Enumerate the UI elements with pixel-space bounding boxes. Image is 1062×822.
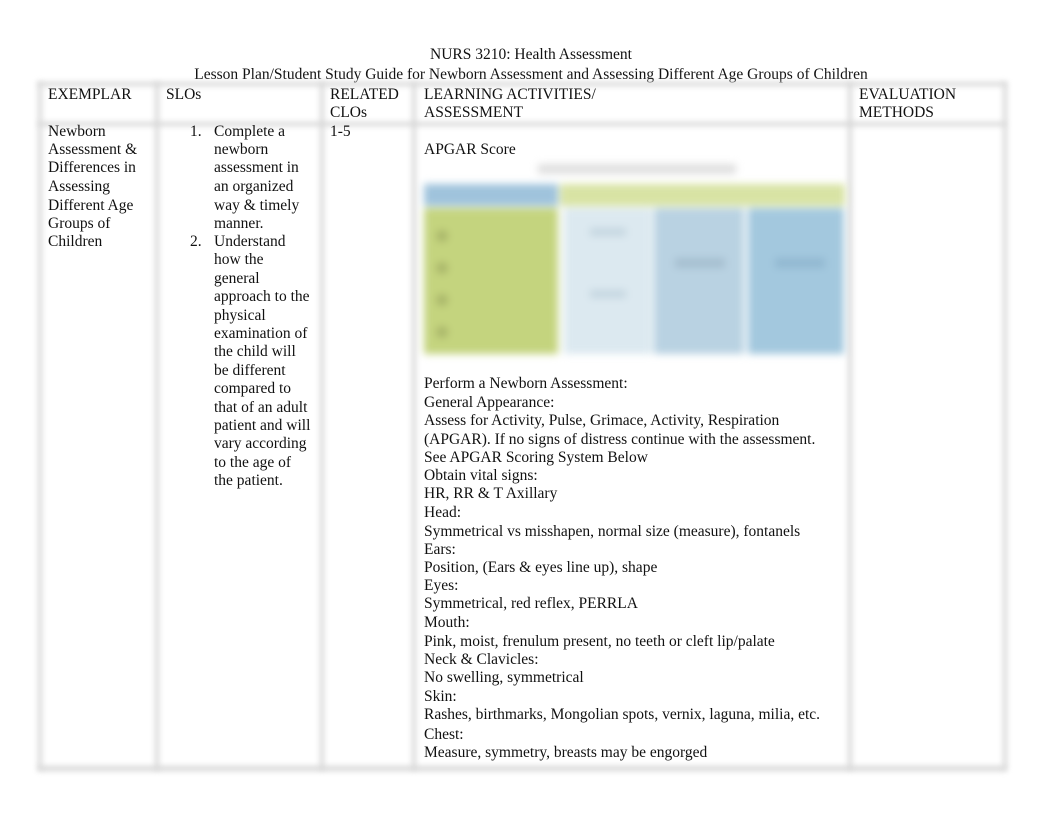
- table-border-left: [38, 82, 42, 770]
- activity-line: Perform a Newborn Assessment:: [424, 375, 628, 392]
- activity-line: Pink, moist, frenulum present, no teeth …: [424, 632, 775, 650]
- slo-line: way & timely: [214, 196, 300, 214]
- activity-line: Obtain vital signs:: [424, 466, 538, 484]
- apgar-header-sign: [424, 184, 558, 206]
- learning-activities-list: Perform a Newborn Assessment: General Ap…: [424, 375, 854, 762]
- slo-line: physical: [214, 307, 266, 325]
- activity-line: Ears:: [424, 540, 456, 558]
- slo-line: vary according: [214, 435, 307, 453]
- apgar-cell-text: [590, 290, 626, 298]
- slo-number: 2.: [190, 233, 202, 251]
- slo-line: how the: [214, 251, 264, 269]
- activity-line: (APGAR). If no signs of distress continu…: [424, 430, 816, 448]
- slo-line: newborn: [214, 141, 269, 159]
- activity-line: Symmetrical vs misshapen, normal size (m…: [424, 522, 801, 540]
- slo-line: general: [214, 269, 260, 287]
- table-border-right: [1003, 82, 1007, 770]
- apgar-cell-text: [675, 258, 725, 268]
- slo-line: approach to the: [214, 287, 310, 305]
- slo-line: the patient.: [214, 471, 283, 489]
- header-learning-activities-line1: LEARNING ACTIVITIES/: [424, 86, 596, 103]
- header-slos: SLOs: [166, 86, 202, 103]
- slo-line: compared to: [214, 379, 292, 397]
- header-exemplar: EXEMPLAR: [48, 86, 132, 103]
- apgar-row-marker: [436, 294, 448, 306]
- slo-list: 1. Complete a newborn assessment in an o…: [182, 123, 322, 490]
- activity-line: Neck & Clavicles:: [424, 650, 539, 668]
- header-evaluation-line2: METHODS: [859, 104, 934, 121]
- slo-line: patient and will: [214, 417, 311, 435]
- activity-line: No swelling, symmetrical: [424, 669, 584, 686]
- activity-line: Chest:: [424, 725, 464, 743]
- slo-item-1: 1. Complete a newborn assessment in an o…: [182, 123, 322, 233]
- header-related-clos-line1: RELATED: [330, 86, 399, 103]
- activity-line: Rashes, birthmarks, Mongolian spots, ver…: [424, 706, 821, 724]
- exemplar-line: Groups of: [48, 215, 111, 233]
- exemplar-line: Children: [48, 233, 103, 251]
- slo-line: an organized: [214, 177, 294, 195]
- activity-line: Skin:: [424, 688, 457, 706]
- slo-item-2: 2. Understand how the general approach t…: [182, 233, 322, 490]
- activity-line: Assess for Activity, Pulse, Grimace, Act…: [424, 412, 780, 430]
- activity-line: Head:: [424, 504, 462, 522]
- activity-line: HR, RR & T Axillary: [424, 485, 558, 503]
- slo-line: to the age of: [214, 453, 292, 471]
- header-learning-activities-line2: ASSESSMENT: [424, 104, 524, 121]
- apgar-score-2-column: [748, 208, 844, 354]
- activity-line: General Appearance:: [424, 394, 555, 412]
- activity-line: Mouth:: [424, 614, 470, 632]
- header-evaluation-line1: EVALUATION: [859, 86, 957, 103]
- slo-line: Understand: [214, 233, 286, 251]
- apgar-row-marker: [436, 326, 448, 338]
- slo-line: be different: [214, 361, 286, 379]
- apgar-row-marker: [436, 230, 448, 242]
- activity-line: Eyes:: [424, 577, 459, 595]
- activity-line: See APGAR Scoring System Below: [424, 448, 648, 466]
- apgar-header-scores: [560, 184, 845, 206]
- apgar-cell-text: [775, 258, 825, 268]
- apgar-scoring-image: [420, 158, 848, 358]
- exemplar-line: Different Age: [48, 196, 134, 214]
- slo-line: manner.: [214, 215, 264, 233]
- document-title: NURS 3210: Health Assessment: [430, 46, 632, 63]
- apgar-image-title-text: [538, 164, 736, 174]
- exemplar-cell: Newborn Assessment & Differences in Asse…: [48, 123, 137, 251]
- slo-line: the child will: [214, 343, 296, 361]
- apgar-score-1-column: [654, 208, 744, 354]
- exemplar-line: Assessing: [48, 177, 111, 195]
- table-border-bottom: [38, 766, 1006, 771]
- apgar-cell-text: [590, 228, 626, 236]
- activity-line: Symmetrical, red reflex, PERRLA: [424, 595, 638, 613]
- related-clos-value: 1-5: [330, 123, 351, 140]
- slo-line: Complete a: [214, 123, 286, 140]
- slo-line: assessment in: [214, 159, 299, 177]
- header-related-clos-line2: CLOs: [330, 104, 368, 121]
- exemplar-line: Assessment &: [48, 141, 138, 159]
- exemplar-line: Differences in: [48, 159, 136, 177]
- apgar-row-marker: [436, 262, 448, 274]
- column-divider-1: [155, 82, 159, 770]
- slo-line: that of an adult: [214, 399, 308, 417]
- slo-line: examination of: [214, 325, 308, 343]
- activity-line: Measure, symmetry, breasts may be engorg…: [424, 743, 708, 761]
- slo-number: 1.: [190, 123, 202, 140]
- activity-line: Position, (Ears & eyes line up), shape: [424, 558, 658, 576]
- column-divider-3: [412, 82, 416, 770]
- apgar-score-heading: APGAR Score: [424, 141, 516, 158]
- exemplar-line: Newborn: [48, 123, 106, 140]
